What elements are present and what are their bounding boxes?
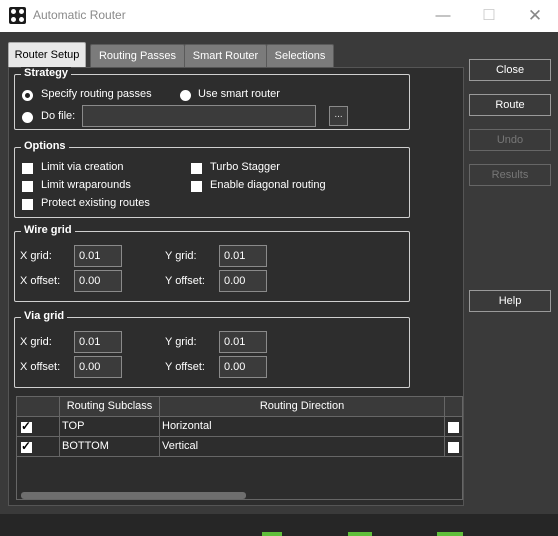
undo-button[interactable]: Undo (469, 129, 551, 151)
limit-wrap-label: Limit wraparounds (41, 179, 131, 191)
options-title: Options (21, 140, 69, 152)
smart-router-radio[interactable] (180, 90, 191, 101)
smart-router-label: Use smart router (198, 88, 280, 100)
via-xoffset-label: X offset: (20, 361, 61, 373)
results-button[interactable]: Results (469, 164, 551, 186)
app-icon (9, 7, 26, 24)
turbo-stagger-label: Turbo Stagger (210, 161, 280, 173)
close-icon[interactable]: ✕ (525, 6, 545, 26)
wire-ygrid-input[interactable]: 0.01 (219, 245, 267, 267)
via-ygrid-input[interactable]: 0.01 (219, 331, 267, 353)
wire-xgrid-label: X grid: (20, 250, 52, 262)
horizontal-scrollbar[interactable] (21, 492, 246, 499)
wire-xoffset-input[interactable]: 0.00 (74, 270, 122, 292)
options-group: Options Limit via creation Limit wraparo… (14, 140, 410, 218)
wire-grid-title: Wire grid (21, 224, 75, 236)
table-corner-header (17, 397, 60, 417)
do-file-label: Do file: (41, 110, 76, 122)
do-file-input[interactable] (82, 105, 316, 127)
limit-via-checkbox[interactable] (22, 163, 33, 174)
wire-yoffset-label: Y offset: (165, 275, 205, 287)
wire-ygrid-label: Y grid: (165, 250, 197, 262)
do-file-radio[interactable] (22, 112, 33, 123)
protect-routes-label: Protect existing routes (41, 197, 150, 209)
subclass-cell: BOTTOM (60, 437, 160, 457)
via-ygrid-label: Y grid: (165, 336, 197, 348)
limit-wrap-checkbox[interactable] (22, 181, 33, 192)
direction-cell[interactable]: Horizontal (160, 417, 445, 437)
subclass-cell: TOP (60, 417, 160, 437)
background-strip (0, 514, 558, 536)
tab-router-setup[interactable]: Router Setup (8, 42, 86, 68)
wire-xgrid-input[interactable]: 0.01 (74, 245, 122, 267)
protect-routes-checkbox[interactable] (22, 199, 33, 210)
via-yoffset-label: Y offset: (165, 361, 205, 373)
strategy-group: Strategy Specify routing passes Use smar… (14, 67, 410, 130)
turbo-stagger-checkbox[interactable] (191, 163, 202, 174)
tab-routing-passes[interactable]: Routing Passes (90, 44, 185, 68)
window-title: Automatic Router (33, 8, 126, 22)
wire-yoffset-input[interactable]: 0.00 (219, 270, 267, 292)
limit-via-label: Limit via creation (41, 161, 124, 173)
via-grid-group: Via grid X grid: 0.01 X offset: 0.00 Y g… (14, 310, 410, 388)
close-button[interactable]: Close (469, 59, 551, 81)
specify-passes-radio[interactable] (22, 90, 33, 101)
row-bottom-extra-checkbox[interactable] (448, 442, 459, 453)
route-button[interactable]: Route (469, 94, 551, 116)
via-xgrid-input[interactable]: 0.01 (74, 331, 122, 353)
routing-table: Routing Subclass Routing Direction TOP H… (16, 396, 463, 500)
row-top-extra-checkbox[interactable] (448, 422, 459, 433)
extra-header (445, 397, 463, 417)
via-grid-title: Via grid (21, 310, 68, 322)
table-row-extra (445, 417, 463, 437)
strategy-title: Strategy (21, 67, 72, 79)
router-setup-panel: Strategy Specify routing passes Use smar… (8, 67, 464, 506)
tab-selections[interactable]: Selections (266, 44, 334, 68)
direction-cell[interactable]: Vertical (160, 437, 445, 457)
via-xgrid-label: X grid: (20, 336, 52, 348)
browse-button[interactable]: ... (329, 106, 348, 126)
diagonal-routing-checkbox[interactable] (191, 181, 202, 192)
table-row (17, 417, 60, 437)
maximize-icon[interactable]: ☐ (479, 6, 499, 26)
subclass-header[interactable]: Routing Subclass (60, 397, 160, 417)
row-top-checkbox[interactable] (21, 419, 32, 433)
title-bar: Automatic Router — ☐ ✕ (0, 0, 558, 32)
minimize-icon[interactable]: — (433, 6, 453, 26)
table-row (17, 437, 60, 457)
via-yoffset-input[interactable]: 0.00 (219, 356, 267, 378)
help-button[interactable]: Help (469, 290, 551, 312)
row-bottom-checkbox[interactable] (21, 439, 32, 453)
wire-grid-group: Wire grid X grid: 0.01 X offset: 0.00 Y … (14, 224, 410, 302)
direction-header[interactable]: Routing Direction (160, 397, 445, 417)
diagonal-routing-label: Enable diagonal routing (210, 179, 326, 191)
tab-smart-router[interactable]: Smart Router (184, 44, 267, 68)
via-xoffset-input[interactable]: 0.00 (74, 356, 122, 378)
wire-xoffset-label: X offset: (20, 275, 61, 287)
table-row-extra (445, 437, 463, 457)
specify-passes-label: Specify routing passes (41, 88, 152, 100)
